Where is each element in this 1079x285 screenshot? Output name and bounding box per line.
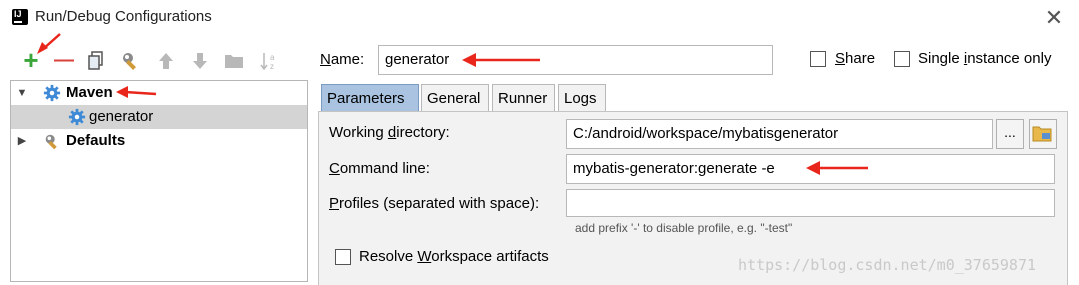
resolve-workspace-label: Resolve Workspace artifacts bbox=[359, 248, 549, 265]
move-up-button[interactable] bbox=[153, 47, 179, 73]
profiles-input[interactable] bbox=[566, 189, 1055, 217]
tree-item-defaults[interactable]: ▶ Defaults bbox=[11, 129, 307, 153]
svg-text:a: a bbox=[270, 53, 275, 62]
maven-gear-icon bbox=[43, 84, 61, 102]
window-title: Run/Debug Configurations bbox=[35, 8, 212, 25]
folder-module-icon bbox=[1032, 126, 1052, 142]
sort-alpha-icon: a z bbox=[260, 53, 275, 71]
arrow-down-icon bbox=[193, 53, 207, 69]
configuration-tree[interactable]: ▼ Maven generator ▶ Defaults bbox=[10, 80, 308, 282]
share-checkbox[interactable] bbox=[810, 51, 826, 67]
create-folder-button[interactable] bbox=[221, 47, 247, 73]
chevron-right-icon[interactable]: ▶ bbox=[15, 134, 29, 148]
annotation-arrow-maven bbox=[116, 86, 157, 98]
tree-item-generator[interactable]: generator bbox=[11, 105, 307, 129]
tab-logs[interactable]: Logs bbox=[558, 84, 606, 112]
tree-item-label: Defaults bbox=[66, 132, 126, 149]
select-module-button[interactable] bbox=[1029, 119, 1057, 149]
resolve-workspace-checkbox[interactable] bbox=[335, 249, 351, 265]
name-label: Name: bbox=[320, 51, 365, 68]
watermark: https://blog.csdn.net/m0_37659871 bbox=[738, 256, 1037, 274]
tree-item-label: Maven bbox=[66, 84, 113, 101]
title-bar: IJ Run/Debug Configurations ✕ bbox=[0, 0, 1079, 36]
copy-icon bbox=[88, 51, 103, 70]
profiles-hint: add prefix '-' to disable profile, e.g. … bbox=[575, 221, 793, 235]
folder-icon bbox=[225, 55, 243, 68]
browse-button[interactable]: ... bbox=[996, 119, 1024, 149]
annotation-arrow-command bbox=[806, 161, 868, 175]
profiles-label: Profiles (separated with space): bbox=[329, 195, 540, 212]
wrench-icon bbox=[123, 53, 136, 70]
tree-item-maven[interactable]: ▼ Maven bbox=[11, 81, 307, 105]
maven-gear-icon bbox=[68, 108, 86, 126]
svg-text:z: z bbox=[270, 62, 274, 71]
single-instance-label: Single instance only bbox=[918, 50, 1052, 67]
tab-parameters[interactable]: Parameters bbox=[321, 84, 419, 112]
intellij-app-icon: IJ bbox=[10, 7, 30, 27]
name-input[interactable]: generator bbox=[378, 45, 773, 75]
single-instance-checkbox[interactable] bbox=[894, 51, 910, 67]
chevron-down-icon[interactable]: ▼ bbox=[15, 86, 29, 100]
copy-configuration-button[interactable] bbox=[84, 47, 110, 73]
arrow-up-icon bbox=[159, 53, 173, 69]
edit-defaults-button[interactable] bbox=[118, 47, 144, 73]
working-directory-label: Working directory: bbox=[329, 124, 450, 141]
tab-general[interactable]: General bbox=[421, 84, 489, 112]
close-window-button[interactable]: ✕ bbox=[1040, 4, 1068, 32]
tab-runner[interactable]: Runner bbox=[492, 84, 555, 112]
sort-button[interactable]: a z bbox=[256, 47, 282, 73]
command-line-label: Command line: bbox=[329, 160, 430, 177]
annotation-arrow-add bbox=[37, 33, 61, 54]
defaults-wrench-icon bbox=[45, 134, 57, 150]
share-label: Share bbox=[835, 50, 876, 67]
working-directory-input[interactable]: C:/android/workspace/mybatisgenerator bbox=[566, 119, 993, 149]
tree-item-label: generator bbox=[89, 108, 154, 125]
annotation-arrow-name bbox=[462, 53, 540, 67]
move-down-button[interactable] bbox=[187, 47, 213, 73]
